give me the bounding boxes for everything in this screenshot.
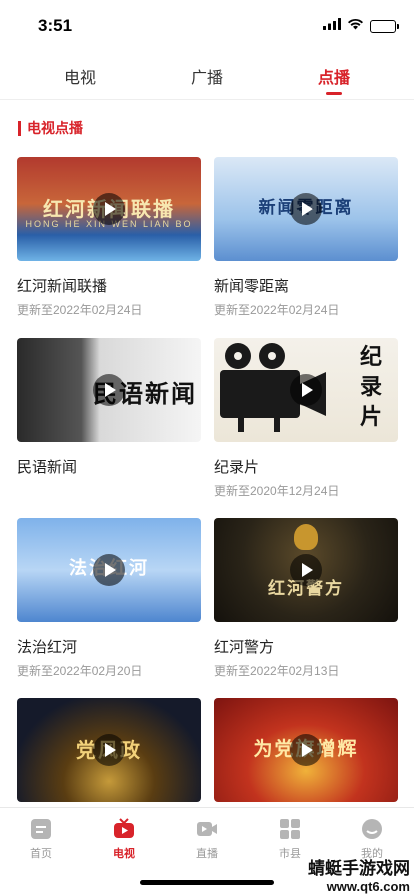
thumbnail-title: 纪录片	[360, 344, 383, 430]
program-card-police[interactable]: 红河警方 红河警方 更新至2022年02月13日	[214, 518, 398, 678]
program-updated: 更新至2022年02月20日	[17, 664, 143, 678]
watermark-url: www.qt6.com	[326, 879, 410, 894]
watermark-title: 蜻蜓手游戏网	[308, 859, 410, 879]
battery-icon	[370, 19, 399, 33]
play-icon[interactable]	[93, 554, 125, 586]
tab-tv-label: 电视	[63, 70, 96, 87]
active-tab-indicator	[326, 92, 342, 95]
section-title: 电视点播	[27, 120, 83, 136]
program-card-party-flag[interactable]: 为党旗增辉	[214, 698, 398, 802]
play-icon[interactable]	[290, 193, 322, 225]
status-time: 3:51	[38, 16, 73, 35]
program-thumbnail[interactable]: 纪录片	[214, 338, 398, 442]
nav-live-label: 直播	[196, 848, 218, 860]
nav-tv[interactable]: 电视	[94, 818, 154, 861]
tab-radio-label: 广播	[190, 70, 223, 87]
police-badge-icon	[294, 524, 318, 550]
program-updated	[17, 482, 201, 498]
program-title: 法治红河	[17, 639, 78, 656]
watermark: 蜻蜓手游戏网 www.qt6.com	[308, 854, 410, 894]
program-card-minority-news[interactable]: 民语新闻 民语新闻	[17, 338, 201, 498]
tab-on-demand-label: 点播	[317, 70, 350, 87]
play-icon[interactable]	[290, 374, 322, 406]
program-thumbnail[interactable]: 法治红河	[17, 518, 201, 622]
wifi-icon	[347, 17, 364, 35]
program-thumbnail[interactable]: 党风政	[17, 698, 201, 802]
play-icon[interactable]	[93, 734, 125, 766]
tv-icon	[113, 818, 135, 840]
program-card-rule-of-law[interactable]: 法治红河 法治红河 更新至2022年02月20日	[17, 518, 201, 678]
grid-icon	[279, 818, 301, 840]
program-thumbnail[interactable]: 红河警方	[214, 518, 398, 622]
section-header: 电视点播	[18, 118, 83, 138]
play-icon[interactable]	[290, 554, 322, 586]
profile-icon	[361, 818, 383, 840]
status-bar: 3:51	[0, 0, 414, 52]
top-tabs: 电视 广播 点播	[0, 52, 414, 100]
nav-live[interactable]: 直播	[177, 818, 237, 861]
tab-on-demand[interactable]: 点播	[294, 64, 374, 95]
program-title: 新闻零距离	[214, 278, 290, 295]
signal-icon	[323, 17, 341, 35]
home-indicator	[140, 880, 274, 885]
program-thumbnail[interactable]: 为党旗增辉	[214, 698, 398, 802]
program-card-news-zero-distance[interactable]: 新闻零距离 新闻零距离 更新至2022年02月24日	[214, 157, 398, 317]
play-icon[interactable]	[93, 374, 125, 406]
nav-tv-label: 电视	[113, 848, 135, 860]
play-icon[interactable]	[93, 193, 125, 225]
tab-tv[interactable]: 电视	[40, 64, 120, 88]
program-title: 红河警方	[214, 639, 275, 656]
program-title: 红河新闻联播	[17, 278, 108, 295]
section-accent-bar	[18, 120, 21, 136]
program-title: 民语新闻	[17, 459, 78, 476]
program-card-hongheNews[interactable]: 红河新闻联播 HONG HE XIN WEN LIAN BO 红河新闻联播 更新…	[17, 157, 201, 317]
program-card-party-politics[interactable]: 党风政	[17, 698, 201, 802]
program-thumbnail[interactable]: 新闻零距离	[214, 157, 398, 261]
program-updated: 更新至2022年02月24日	[214, 303, 340, 317]
program-thumbnail[interactable]: 民语新闻	[17, 338, 201, 442]
program-updated: 更新至2022年02月24日	[17, 303, 143, 317]
program-updated: 更新至2020年12月24日	[214, 484, 340, 498]
program-thumbnail[interactable]: 红河新闻联播 HONG HE XIN WEN LIAN BO	[17, 157, 201, 261]
program-updated: 更新至2022年02月13日	[214, 664, 340, 678]
live-video-icon	[196, 818, 218, 840]
program-card-documentary[interactable]: 纪录片 纪录片 更新至2020年12月24日	[214, 338, 398, 498]
program-title: 纪录片	[214, 459, 260, 476]
home-icon	[30, 818, 52, 840]
play-icon[interactable]	[290, 734, 322, 766]
nav-home[interactable]: 首页	[11, 818, 71, 861]
nav-home-label: 首页	[30, 848, 52, 860]
status-icons	[323, 17, 399, 35]
tab-radio[interactable]: 广播	[167, 64, 247, 88]
